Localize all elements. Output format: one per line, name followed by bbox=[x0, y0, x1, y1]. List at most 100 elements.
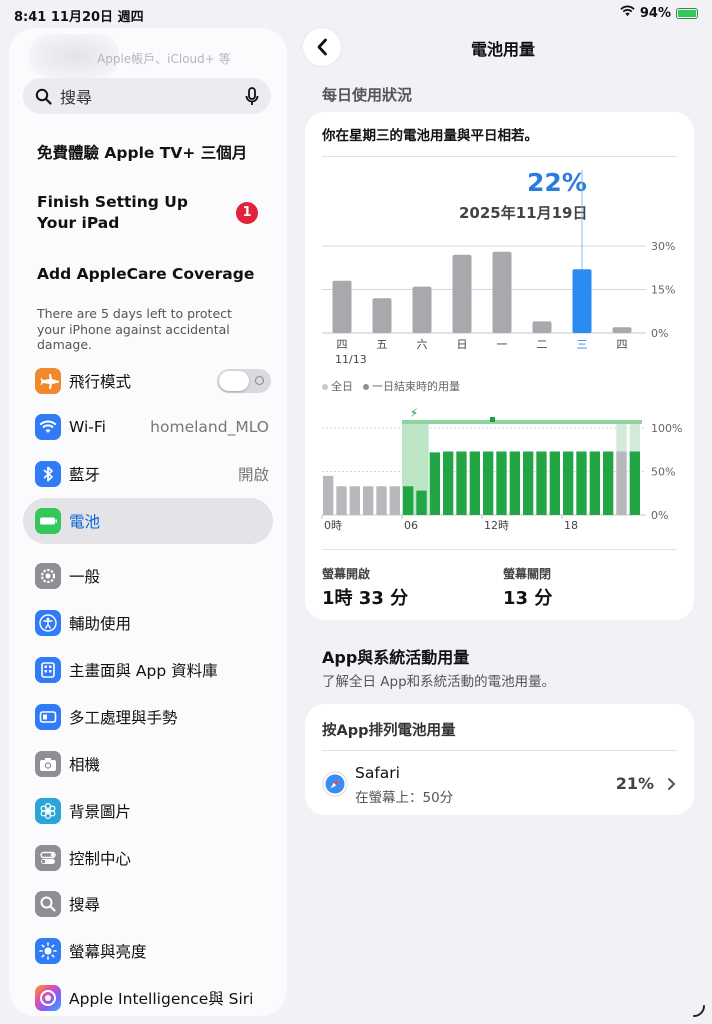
y-tick-label: 100% bbox=[651, 422, 682, 435]
status-right: 94% bbox=[620, 5, 698, 21]
battery-usage-card: 你在星期三的電池用量與平日相若。 22% 2025年11月19日 30% 15% 0… bbox=[305, 112, 694, 620]
sidebar-item-label: 背景圖片 bbox=[69, 803, 132, 821]
sidebar-item-label: 飛行模式 bbox=[69, 373, 132, 391]
status-bar: 8:41 11月20日 週四 94% bbox=[0, 0, 712, 28]
x-tick-label: 06 bbox=[404, 519, 418, 532]
hour-bar bbox=[536, 451, 547, 515]
hour-bar bbox=[469, 451, 480, 515]
hour-bar bbox=[589, 451, 600, 515]
hour-bar bbox=[483, 451, 494, 515]
camera-icon bbox=[35, 751, 61, 777]
account-subtitle[interactable]: Apple帳戶、iCloud+ 等 bbox=[97, 50, 231, 67]
accessibility-icon bbox=[35, 610, 61, 636]
microphone-icon[interactable] bbox=[245, 86, 259, 106]
sidebar-item-label: 多工處理與手勢 bbox=[69, 709, 178, 727]
sidebar-item-label: 相機 bbox=[69, 756, 101, 774]
hour-bar bbox=[509, 451, 520, 515]
app-section-subtitle: 了解全日 App和系統活動的電池用量。 bbox=[322, 674, 556, 690]
airplane-mode-toggle[interactable] bbox=[217, 369, 271, 393]
sidebar-item-battery[interactable]: 電池 bbox=[23, 498, 273, 544]
applecare-note: There are 5 days left to protect your iP… bbox=[37, 306, 232, 352]
by-app-heading[interactable]: 按App排列電池用量 bbox=[322, 719, 455, 740]
screen-on-label: 螢幕開啟 bbox=[322, 567, 371, 581]
hour-bar bbox=[336, 486, 347, 515]
multitasking-icon bbox=[35, 704, 61, 730]
hour-bar bbox=[443, 451, 454, 515]
sidebar-item-label: 電池 bbox=[69, 513, 101, 531]
y-tick-label: 0% bbox=[651, 509, 668, 522]
wifi-status-icon bbox=[620, 5, 635, 21]
sidebar-item-airplane[interactable]: 飛行模式 bbox=[23, 358, 273, 404]
hour-bar bbox=[603, 451, 614, 515]
sidebar-item-control-center[interactable]: 控制中心 bbox=[23, 835, 273, 881]
sidebar-item-wallpaper[interactable]: 背景圖片 bbox=[23, 788, 273, 834]
hour-bar bbox=[403, 486, 414, 515]
hour-bar bbox=[389, 486, 400, 515]
applecare-title[interactable]: Add AppleCare Coverage bbox=[37, 265, 254, 283]
sidebar-item-siri[interactable]: Apple Intelligence與 Siri bbox=[23, 975, 273, 1016]
hour-bar bbox=[629, 451, 640, 515]
divider bbox=[322, 750, 677, 751]
charging-bolt-icon: ⚡ bbox=[410, 406, 418, 420]
x-tick-label: 0時 bbox=[324, 519, 342, 532]
divider bbox=[322, 549, 677, 550]
charging-line bbox=[402, 420, 642, 424]
sidebar-item-bluetooth[interactable]: 藍牙 開啟 bbox=[23, 451, 273, 497]
search-icon bbox=[35, 891, 61, 917]
appletv-promo[interactable]: 免費體驗 Apple TV+ 三個月 bbox=[37, 141, 247, 163]
charge-marker bbox=[490, 417, 495, 422]
sidebar-item-wifi[interactable]: Wi-Fi homeland_MLO bbox=[23, 404, 273, 450]
resize-corner-icon bbox=[693, 1005, 705, 1017]
page-title: 電池用量 bbox=[470, 40, 535, 59]
sidebar-item-camera[interactable]: 相機 bbox=[23, 741, 273, 787]
app-usage-card: 按App排列電池用量 Safari 在螢幕上：50分 21% bbox=[305, 704, 694, 815]
sidebar-item-label: 藍牙 bbox=[69, 466, 101, 484]
hour-bar bbox=[523, 451, 534, 515]
hour-bar bbox=[563, 451, 574, 515]
hour-bar bbox=[363, 486, 374, 515]
toggle-knob bbox=[219, 371, 249, 391]
hour-bar bbox=[323, 475, 334, 515]
hourly-level-chart[interactable]: ⚡ 100% 50% 0% 0時 06 12時 18 bbox=[305, 112, 694, 542]
y-tick-label: 50% bbox=[651, 466, 675, 479]
app-detail: 在螢幕上：50分 bbox=[355, 790, 454, 806]
bluetooth-icon bbox=[35, 461, 61, 487]
sidebar-item-brightness[interactable]: 螢幕與亮度 bbox=[23, 928, 273, 974]
sidebar-item-multitasking[interactable]: 多工處理與手勢 bbox=[23, 694, 273, 740]
home-screen-icon bbox=[35, 657, 61, 683]
safari-icon bbox=[322, 771, 348, 797]
search-placeholder: 搜尋 bbox=[60, 88, 93, 107]
sidebar-item-label: Apple Intelligence與 Siri bbox=[69, 990, 254, 1008]
sidebar-item-gear[interactable]: 一般 bbox=[23, 553, 273, 599]
hour-bar bbox=[349, 486, 360, 515]
notification-badge: 1 bbox=[236, 202, 258, 224]
app-name[interactable]: Safari bbox=[355, 764, 400, 782]
sidebar-item-label: 一般 bbox=[69, 568, 101, 586]
sidebar-item-home-screen[interactable]: 主畫面與 App 資料庫 bbox=[23, 647, 273, 693]
toggle-off-indicator bbox=[255, 376, 264, 385]
hour-bar bbox=[429, 452, 440, 515]
sidebar-item-label: 控制中心 bbox=[69, 850, 132, 868]
x-tick-label: 18 bbox=[564, 519, 578, 532]
search-icon bbox=[35, 88, 52, 105]
sidebar-item-label: 搜尋 bbox=[69, 896, 101, 914]
sidebar-item-accessibility[interactable]: 輔助使用 bbox=[23, 600, 273, 646]
chevron-right-icon[interactable] bbox=[667, 777, 676, 791]
hour-bar bbox=[376, 486, 387, 515]
sidebar-item-label: 主畫面與 App 資料庫 bbox=[69, 662, 218, 680]
hour-bar bbox=[549, 451, 560, 515]
sidebar-item-label: 螢幕與亮度 bbox=[69, 943, 147, 961]
screen-off-label: 螢幕關閉 bbox=[503, 567, 552, 581]
hour-bar bbox=[576, 451, 587, 515]
app-section-title: App與系統活動用量 bbox=[322, 648, 470, 667]
gear-icon bbox=[35, 563, 61, 589]
finish-setup-item[interactable]: Finish Setting Up Your iPad bbox=[37, 192, 227, 234]
brightness-icon bbox=[35, 938, 61, 964]
sidebar-item-search[interactable]: 搜尋 bbox=[23, 881, 273, 927]
wifi-icon bbox=[35, 414, 61, 440]
hour-bar bbox=[416, 490, 427, 515]
app-percent: 21% bbox=[615, 774, 654, 793]
sidebar-item-value: 開啟 bbox=[237, 466, 269, 484]
control-center-icon bbox=[35, 845, 61, 871]
search-field[interactable]: 搜尋 bbox=[23, 78, 271, 114]
